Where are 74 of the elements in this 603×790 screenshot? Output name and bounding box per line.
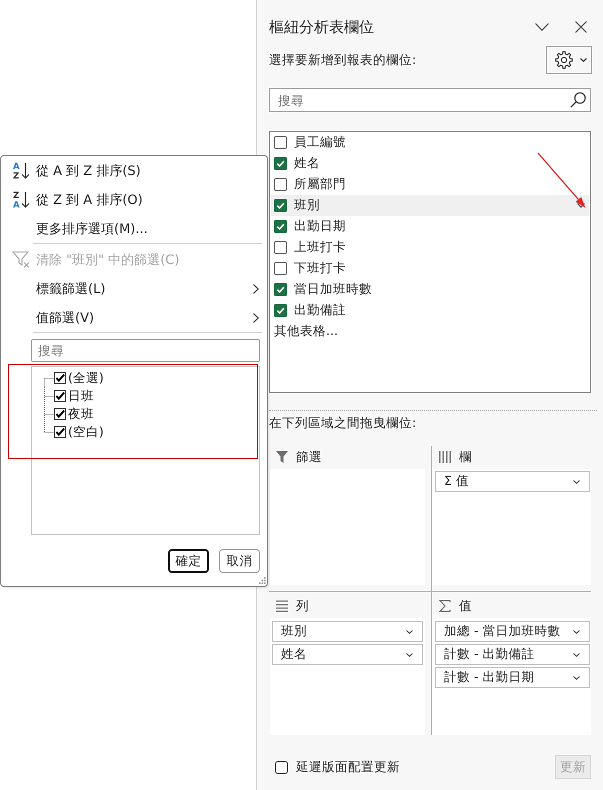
- chevron-right-icon: [253, 312, 259, 322]
- pane-title: 樞紐分析表欄位: [269, 18, 375, 36]
- field-pill[interactable]: 姓名: [272, 644, 423, 665]
- search-field[interactable]: 搜尋: [31, 339, 260, 362]
- menu-item[interactable]: Z A 從 Z 到 A 排序(O): [1, 185, 267, 214]
- area-label: 欄: [459, 448, 472, 466]
- resize-grip-icon[interactable]: [259, 577, 266, 584]
- menu-item[interactable]: A Z 從 A 到 Z 排序(S): [1, 156, 267, 185]
- caret-icon[interactable]: [577, 203, 585, 208]
- checkbox-label: 延遲版面配置更新: [296, 758, 400, 776]
- field-pill[interactable]: 班別: [272, 621, 423, 642]
- search-icon[interactable]: [570, 92, 586, 108]
- area-label: 列: [296, 598, 309, 614]
- field-item[interactable]: 員工編號: [271, 132, 589, 153]
- area-label: 值: [459, 598, 472, 614]
- field-pill[interactable]: 計數 - 出勤日期: [435, 667, 590, 688]
- field-item[interactable]: 姓名: [271, 153, 589, 174]
- checkbox[interactable]: [54, 426, 66, 438]
- field-item[interactable]: 下班打卡: [271, 258, 589, 279]
- chevron-right-icon: [253, 284, 259, 294]
- field-item[interactable]: 上班打卡: [271, 237, 589, 258]
- chevron-down-icon[interactable]: [535, 23, 549, 31]
- search-field[interactable]: 搜尋: [269, 88, 591, 112]
- gear-icon: [555, 51, 573, 69]
- field-item[interactable]: 班別: [271, 195, 589, 216]
- caret-icon: [580, 58, 587, 62]
- search-input[interactable]: 搜尋: [270, 90, 566, 110]
- caret-icon: [573, 480, 580, 484]
- checkbox[interactable]: [274, 220, 287, 233]
- checkbox[interactable]: [274, 199, 287, 212]
- field-pill[interactable]: 計數 - 出勤備註: [435, 644, 590, 665]
- annotation-arrow: [537, 152, 587, 209]
- caret-icon: [573, 630, 580, 634]
- rows-icon: [276, 600, 288, 612]
- close-icon[interactable]: [575, 21, 587, 33]
- checkbox[interactable]: [54, 372, 66, 384]
- checkbox[interactable]: [54, 390, 66, 402]
- field-pill[interactable]: 加總 - 當日加班時數: [435, 621, 590, 642]
- checkbox[interactable]: [274, 304, 287, 317]
- checkbox[interactable]: [274, 241, 287, 254]
- field-item[interactable]: 所屬部門: [271, 174, 589, 195]
- more-tables-link[interactable]: 其他表格...: [271, 321, 338, 342]
- pane-subtitle: 選擇要新增到報表的欄位:: [269, 52, 416, 68]
- caret-icon: [406, 630, 413, 634]
- checkbox[interactable]: [274, 136, 287, 149]
- value-item[interactable]: 夜班: [32, 405, 98, 423]
- columns-icon: [439, 451, 451, 463]
- checkbox[interactable]: [54, 408, 66, 420]
- settings-button[interactable]: [546, 46, 592, 74]
- caret-icon: [573, 676, 580, 680]
- sigma-icon: [439, 600, 451, 612]
- value-item[interactable]: (空白): [32, 423, 108, 441]
- checkbox[interactable]: [274, 262, 287, 275]
- ok-button[interactable]: 確定: [168, 549, 209, 573]
- menu-item[interactable]: 標籤篩選(L): [1, 274, 267, 303]
- areas-hint: 在下列區域之間拖曳欄位:: [269, 416, 416, 430]
- caret-icon: [406, 652, 413, 656]
- checkbox[interactable]: [274, 283, 287, 296]
- field-item[interactable]: 當日加班時數: [271, 279, 589, 300]
- caret-icon: [573, 652, 580, 656]
- area-label: 篩選: [296, 448, 322, 466]
- checkbox[interactable]: [274, 157, 287, 170]
- menu-item[interactable]: 更多排序選項(M)...: [1, 214, 267, 243]
- value-item[interactable]: (全選): [32, 369, 108, 387]
- filter-icon: [276, 451, 288, 463]
- value-item[interactable]: 日班: [32, 387, 98, 405]
- checkbox[interactable]: [274, 178, 287, 191]
- clear-filter-icon: [12, 250, 31, 269]
- cancel-button[interactable]: 取消: [219, 549, 260, 573]
- menu-item[interactable]: 值篩選(V): [1, 303, 267, 332]
- checkbox[interactable]: [275, 760, 288, 774]
- field-item[interactable]: 出勤日期: [271, 216, 589, 237]
- field-pill[interactable]: Σ 值: [435, 471, 590, 492]
- field-item[interactable]: 出勤備註: [271, 300, 589, 321]
